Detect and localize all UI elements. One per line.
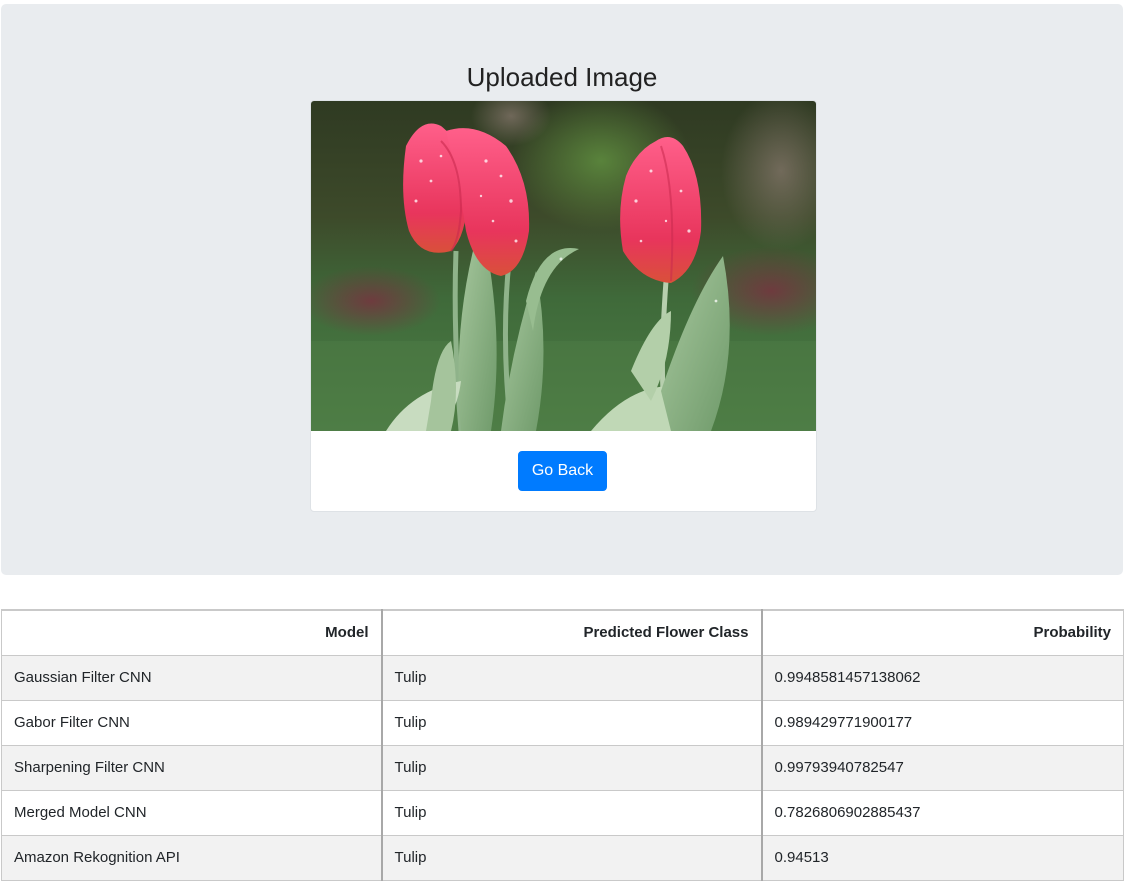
predicted-class-cell: Tulip bbox=[381, 834, 763, 881]
column-header-probability: Probability bbox=[761, 609, 1124, 656]
predicted-class-cell: Tulip bbox=[381, 654, 763, 701]
model-cell: Sharpening Filter CNN bbox=[1, 744, 383, 791]
table-row: Merged Model CNN Tulip 0.782680690288543… bbox=[1, 789, 1124, 836]
column-header-predicted-class: Predicted Flower Class bbox=[381, 609, 763, 656]
uploaded-image bbox=[311, 101, 816, 431]
results-table: Model Predicted Flower Class Probability… bbox=[1, 609, 1124, 881]
table-row: Gabor Filter CNN Tulip 0.989429771900177 bbox=[1, 699, 1124, 746]
table-header-row: Model Predicted Flower Class Probability bbox=[1, 609, 1124, 656]
probability-cell: 0.99793940782547 bbox=[761, 744, 1124, 791]
model-cell: Gabor Filter CNN bbox=[1, 699, 383, 746]
predicted-class-cell: Tulip bbox=[381, 699, 763, 746]
probability-cell: 0.94513 bbox=[761, 834, 1124, 881]
table-row: Gaussian Filter CNN Tulip 0.994858145713… bbox=[1, 654, 1124, 701]
image-card: Go Back bbox=[310, 100, 817, 512]
probability-cell: 0.989429771900177 bbox=[761, 699, 1124, 746]
model-cell: Merged Model CNN bbox=[1, 789, 383, 836]
probability-cell: 0.7826806902885437 bbox=[761, 789, 1124, 836]
model-cell: Gaussian Filter CNN bbox=[1, 654, 383, 701]
table-row: Sharpening Filter CNN Tulip 0.9979394078… bbox=[1, 744, 1124, 791]
table-row: Amazon Rekognition API Tulip 0.94513 bbox=[1, 834, 1124, 881]
predicted-class-cell: Tulip bbox=[381, 789, 763, 836]
upload-jumbotron: Uploaded Image Go Back bbox=[1, 4, 1123, 575]
page-title: Uploaded Image bbox=[466, 62, 658, 92]
model-cell: Amazon Rekognition API bbox=[1, 834, 383, 881]
predicted-class-cell: Tulip bbox=[381, 744, 763, 791]
go-back-button[interactable]: Go Back bbox=[518, 451, 607, 491]
probability-cell: 0.9948581457138062 bbox=[761, 654, 1124, 701]
column-header-model: Model bbox=[1, 609, 383, 656]
